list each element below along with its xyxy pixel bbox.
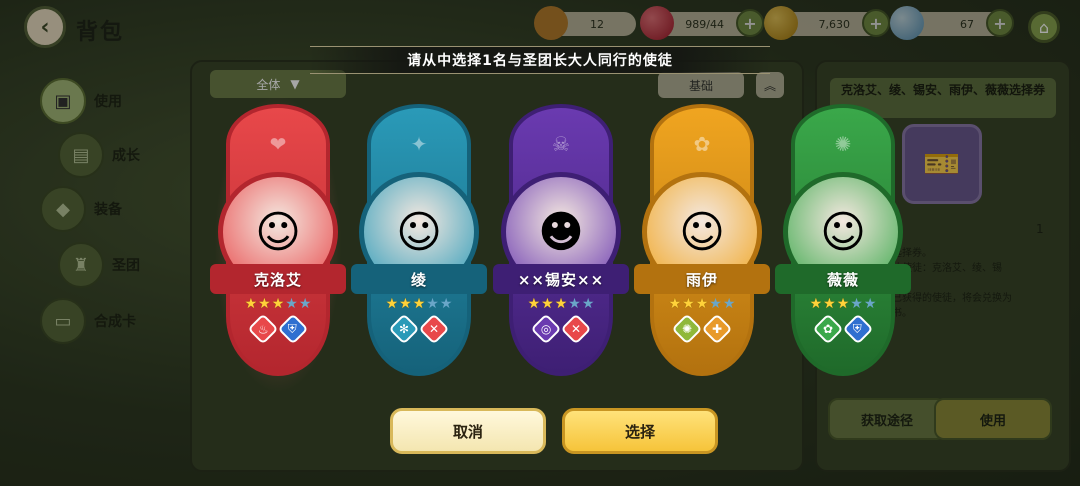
star-rating: ★ ★ ★ ★ ★ <box>499 296 623 312</box>
element-emblem-icon: ✦ <box>410 132 428 156</box>
trait-badges: ✻ ✕ <box>357 313 481 345</box>
select-button[interactable]: 选择 <box>562 408 718 454</box>
star-icon: ★ <box>541 296 554 312</box>
star-icon: ★ <box>850 296 863 312</box>
character-name: 薇薇 <box>775 264 911 294</box>
star-icon: ★ <box>581 296 595 312</box>
trait-badges: ✿ ⛨ <box>781 313 905 345</box>
star-icon: ★ <box>863 296 877 312</box>
star-icon: ★ <box>399 296 412 312</box>
star-icon: ★ <box>439 296 453 312</box>
star-rating: ★ ★ ★ ★ ★ <box>216 296 340 312</box>
star-icon: ★ <box>809 296 823 312</box>
character-card[interactable]: ✦ ☺ 绫 ★ ★ ★ ★ ★ ✻ ✕ <box>351 104 487 380</box>
star-icon: ★ <box>426 296 439 312</box>
flower-icon: ✿ <box>812 313 844 345</box>
star-icon: ★ <box>709 296 722 312</box>
character-card[interactable]: ❤ ☺ 克洛艾 ★ ★ ★ ★ ★ ♨ ⛨ <box>210 104 346 380</box>
star-icon: ★ <box>271 296 285 312</box>
star-icon: ★ <box>554 296 568 312</box>
element-emblem-icon: ✿ <box>693 132 711 156</box>
star-rating: ★ ★ ★ ★ ★ <box>640 296 764 312</box>
star-icon: ★ <box>527 296 541 312</box>
star-icon: ★ <box>823 296 836 312</box>
element-emblem-icon: ❤ <box>269 132 287 156</box>
element-emblem-icon: ☠ <box>552 132 570 156</box>
sun-icon: ✺ <box>671 313 703 345</box>
dialog-title: 请从中选择1名与圣团长大人同行的使徒 <box>310 46 770 74</box>
character-card[interactable]: ✺ ☺ 薇薇 ★ ★ ★ ★ ★ ✿ ⛨ <box>775 104 911 380</box>
star-icon: ★ <box>668 296 682 312</box>
cancel-button[interactable]: 取消 <box>390 408 546 454</box>
star-icon: ★ <box>244 296 258 312</box>
swords-icon: ✕ <box>560 313 592 345</box>
trait-badges: ♨ ⛨ <box>216 313 340 345</box>
star-icon: ★ <box>722 296 736 312</box>
character-name: 雨伊 <box>634 264 770 294</box>
character-name: 绫 <box>351 264 487 294</box>
character-name: 克洛艾 <box>210 264 346 294</box>
star-icon: ★ <box>298 296 312 312</box>
snowflake-icon: ✻ <box>388 313 420 345</box>
element-emblem-icon: ✺ <box>834 132 852 156</box>
star-icon: ★ <box>258 296 271 312</box>
vortex-icon: ◎ <box>530 313 562 345</box>
fire-icon: ♨ <box>247 313 279 345</box>
star-icon: ★ <box>568 296 581 312</box>
star-icon: ★ <box>412 296 426 312</box>
shield-icon: ⛨ <box>842 313 874 345</box>
swords-icon: ✕ <box>418 313 450 345</box>
trait-badges: ◎ ✕ <box>499 313 623 345</box>
star-icon: ★ <box>285 296 298 312</box>
star-rating: ★ ★ ★ ★ ★ <box>781 296 905 312</box>
character-card[interactable]: ✿ ☺ 雨伊 ★ ★ ★ ★ ★ ✺ ✚ <box>634 104 770 380</box>
trait-badges: ✺ ✚ <box>640 313 764 345</box>
character-card[interactable]: ☠ ☻ ××锡安×× ★ ★ ★ ★ ★ ◎ ✕ <box>493 104 629 380</box>
star-icon: ★ <box>385 296 399 312</box>
star-icon: ★ <box>682 296 695 312</box>
shield-icon: ⛨ <box>277 313 309 345</box>
character-name: ××锡安×× <box>493 264 629 294</box>
cross-icon: ✚ <box>701 313 733 345</box>
star-rating: ★ ★ ★ ★ ★ <box>357 296 481 312</box>
star-icon: ★ <box>836 296 850 312</box>
star-icon: ★ <box>695 296 709 312</box>
